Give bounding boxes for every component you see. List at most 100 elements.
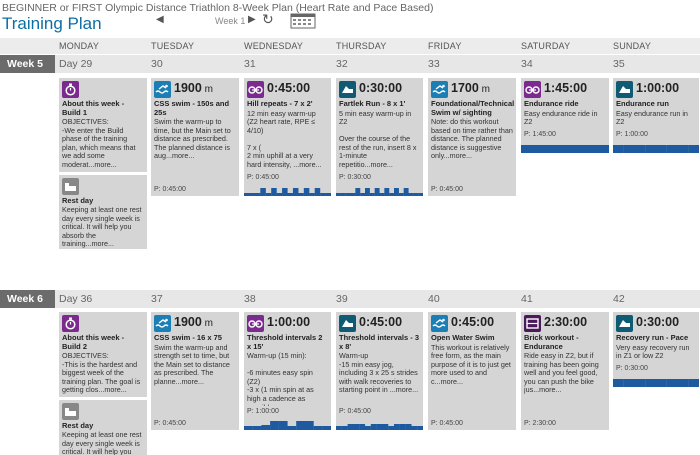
bike-icon (247, 81, 264, 98)
workout-card[interactable]: About this week - Build 1 OBJECTIVES: -We… (59, 78, 147, 172)
workout-title: About this week - Build 2 (62, 333, 125, 351)
intensity-chart (244, 418, 331, 430)
run-icon (616, 315, 633, 332)
weekday-header: MONDAY TUESDAY WEDNESDAY THURSDAY FRIDAY… (0, 38, 700, 54)
planned-duration: P: 0:45:00 (247, 174, 279, 181)
workout-description: Swim the warm-up to time, but the Main s… (154, 118, 233, 161)
workout-duration: 1:00:00 (636, 81, 680, 95)
workout-card[interactable]: 1:45:00 Endurance ride Easy endurance ride… (521, 78, 609, 153)
about-icon (62, 315, 79, 332)
workout-title: CSS swim - 150s and 25s (154, 99, 230, 117)
workout-title: Endurance ride (524, 99, 579, 108)
workout-card[interactable]: 1:00:00 Endurance run Easy endurance run i… (613, 78, 699, 153)
workout-description: This workout is relatively free form, as… (431, 343, 513, 386)
day-number: 33 (428, 58, 440, 70)
workout-card[interactable]: 1:00:00 Threshold intervals 2 x 15' Warm-u… (244, 312, 331, 430)
planned-duration: P: 1:00:00 (247, 408, 279, 415)
calendar-icon[interactable] (290, 13, 316, 29)
weekday-label: MONDAY (59, 41, 100, 51)
workout-title: Hill repeats - 7 x 2' (247, 99, 313, 108)
workout-duration: 0:30:00 (359, 81, 403, 95)
refresh-icon[interactable]: ↻ (262, 11, 274, 28)
bike-icon (247, 315, 264, 332)
workout-title: Threshold intervals - 3 x 8' (339, 333, 420, 351)
workout-title: Brick workout - Endurance (524, 333, 579, 351)
workout-card[interactable]: 0:30:00 Fartlek Run - 8 x 1' 5 min easy wa… (336, 78, 423, 196)
weekday-label: TUESDAY (151, 41, 195, 51)
intensity-chart (613, 141, 699, 153)
workout-title: Threshold intervals 2 x 15' (247, 333, 323, 351)
planned-duration: P: 0:45:00 (154, 186, 186, 193)
weekday-label: SATURDAY (521, 41, 571, 51)
day-number: 41 (521, 293, 533, 305)
workout-description: OBJECTIVES: -We enter the Build phase of… (62, 118, 136, 169)
workout-duration: 1900 m (174, 315, 213, 329)
workout-title: Open Water Swim (431, 333, 495, 342)
workout-title: Foundational/Technical Swim w/ sighting (431, 99, 515, 117)
workout-card[interactable]: 1900 m CSS swim - 150s and 25s Swim the wa… (151, 78, 239, 196)
workout-description: Note: do this workout based on time rath… (431, 118, 513, 161)
weekday-label: WEDNESDAY (244, 41, 304, 51)
planned-duration: P: 0:30:00 (339, 174, 371, 181)
run-icon (339, 81, 356, 98)
rest-day-card[interactable]: Rest day Keeping at least one rest day ev… (59, 400, 147, 455)
workout-duration: 0:45:00 (267, 81, 311, 95)
day-number: 37 (151, 293, 163, 305)
workout-card[interactable]: 0:45:00 Threshold intervals - 3 x 8' Warm-… (336, 312, 423, 430)
day-number: Day 29 (59, 58, 93, 70)
workout-card[interactable]: 1900 m CSS swim - 16 x 75 Swim the warm-up… (151, 312, 239, 430)
workout-title: Recovery run - Pace (616, 333, 689, 342)
rest-day-title: Rest day (62, 196, 94, 205)
workout-description: Swim the warm-up and strength set to tim… (154, 343, 232, 386)
week-label[interactable]: Week 6 (0, 290, 55, 308)
day-number: 34 (521, 58, 533, 70)
intensity-chart (244, 184, 331, 196)
workout-card[interactable]: About this week - Build 2 OBJECTIVES: -Th… (59, 312, 147, 397)
planned-duration: P: 0:45:00 (339, 408, 371, 415)
workout-description: Very easy recovery run in Z1 or low Z2 (616, 343, 692, 361)
workout-card[interactable]: 0:45:00 Hill repeats - 7 x 2' 12 min easy … (244, 78, 331, 196)
workout-description: Ride easy in Z2, but if training has bee… (524, 352, 601, 395)
workout-duration: 2:30:00 (544, 315, 588, 329)
intensity-chart (336, 418, 423, 430)
weekday-label: FRIDAY (428, 41, 462, 51)
workout-card[interactable]: 2:30:00 Brick workout - Endurance Ride eas… (521, 312, 609, 430)
intensity-chart (613, 375, 699, 387)
day-number: 42 (613, 293, 625, 305)
training-plan-page: BEGINNER or FIRST Olympic Distance Triat… (0, 0, 700, 455)
rest-day-description: Keeping at least one rest day every sing… (62, 431, 142, 455)
intensity-chart (336, 184, 423, 196)
rest-day-title: Rest day (62, 421, 94, 430)
workout-duration: 0:45:00 (359, 315, 403, 329)
week-label[interactable]: Week 5 (0, 55, 55, 73)
workout-title: CSS swim - 16 x 75 (154, 333, 222, 342)
workout-card[interactable]: 1700 m Foundational/Technical Swim w/ sig… (428, 78, 516, 196)
day-number: 30 (151, 58, 163, 70)
bike-icon (524, 81, 541, 98)
workout-duration: 1:00:00 (267, 315, 311, 329)
workout-description: Warm-up (15 min): -6 minutes easy spin (… (247, 352, 314, 406)
workout-duration: 0:45:00 (451, 315, 495, 329)
previous-week-icon[interactable]: ◀ (156, 14, 164, 25)
plan-name: BEGINNER or FIRST Olympic Distance Triat… (2, 2, 434, 14)
day-number: 40 (428, 293, 440, 305)
planned-duration: P: 0:45:00 (154, 420, 186, 427)
weekday-label: SUNDAY (613, 41, 652, 51)
rest-icon (62, 403, 79, 420)
page-title: Training Plan (2, 14, 102, 33)
planned-duration: P: 1:45:00 (524, 131, 556, 138)
workout-duration: 1900 m (174, 81, 213, 95)
workout-description: Warm-up -15 min easy jog, including 3 x … (339, 352, 419, 395)
planned-duration: P: 0:30:00 (616, 365, 648, 372)
brick-icon (524, 315, 541, 332)
workout-card[interactable]: 0:45:00 Open Water Swim This workout is re… (428, 312, 516, 430)
swim-icon (154, 315, 171, 332)
day-number: 38 (244, 293, 256, 305)
rest-day-card[interactable]: Rest day Keeping at least one rest day ev… (59, 175, 147, 249)
workout-description: 5 min easy warm-up in Z2 Over the course… (339, 109, 417, 170)
planned-duration: P: 1:00:00 (616, 131, 648, 138)
workout-card[interactable]: 0:30:00 Recovery run - Pace Very easy reco… (613, 312, 699, 387)
swim-icon (431, 81, 448, 98)
next-week-icon[interactable]: ▶ (248, 14, 256, 25)
intensity-chart (521, 141, 609, 153)
